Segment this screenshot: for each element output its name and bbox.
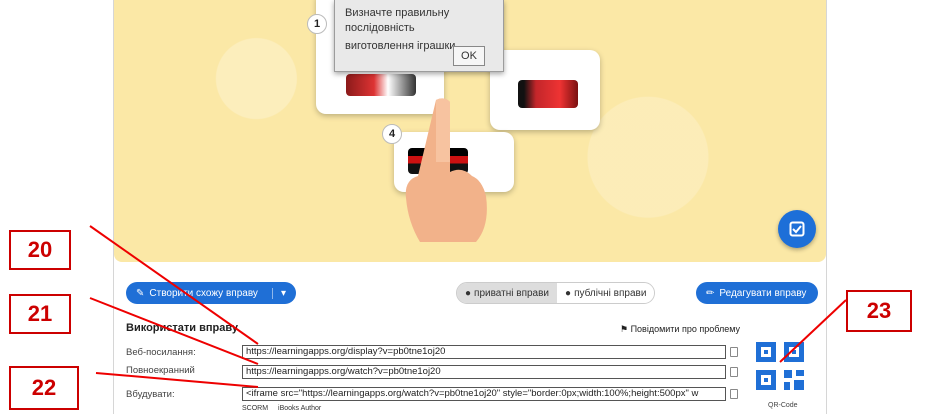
callout-arrows xyxy=(89,225,847,388)
